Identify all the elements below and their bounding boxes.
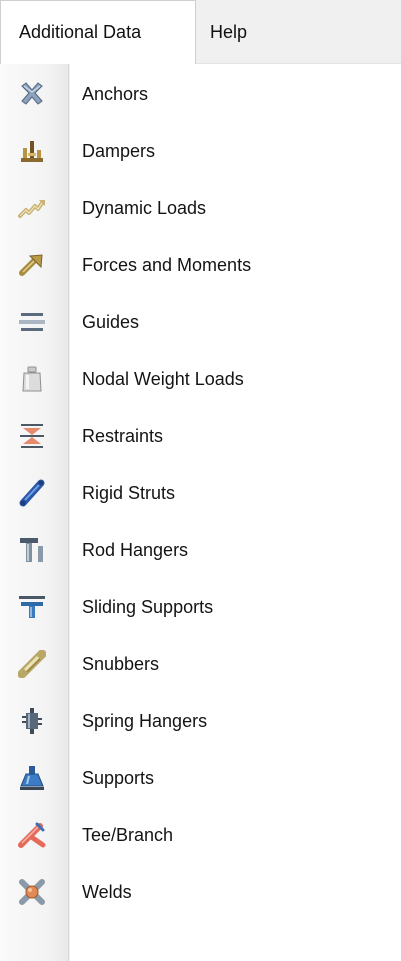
menu-item-supports[interactable]: Supports: [0, 750, 401, 806]
guide-icon: [18, 308, 46, 336]
menu-item-label: Anchors: [82, 83, 149, 104]
menu-item-label: Forces and Moments: [82, 254, 252, 275]
menu-item-label: Sliding Supports: [82, 596, 214, 617]
restraint-icon: [18, 422, 46, 450]
menu-item-tee-branch[interactable]: Tee/Branch: [0, 807, 401, 863]
tee-branch-icon: [18, 821, 46, 849]
menu-item-dynamic-loads[interactable]: Dynamic Loads: [0, 180, 401, 236]
menu-item-label: Welds: [82, 881, 132, 902]
weld-icon: [18, 878, 46, 906]
menu-item-guides[interactable]: Guides: [0, 294, 401, 350]
menu-item-nodal-weight-loads[interactable]: Nodal Weight Loads: [0, 351, 401, 407]
menu-item-label: Supports: [82, 767, 155, 788]
support-icon: [18, 764, 46, 792]
menu-item-spring-hangers[interactable]: Spring Hangers: [0, 693, 401, 749]
menu-item-label: Dampers: [82, 140, 156, 161]
menu-item-welds[interactable]: Welds: [0, 864, 401, 920]
snubber-icon: [18, 650, 46, 678]
menu-item-label: Restraints: [82, 425, 164, 446]
weight-icon: [18, 365, 46, 393]
damper-icon: [18, 137, 46, 165]
menu-item-anchors[interactable]: Anchors: [0, 66, 401, 122]
menu-item-snubbers[interactable]: Snubbers: [0, 636, 401, 692]
rigid-strut-icon: [18, 479, 46, 507]
menu-item-label: Snubbers: [82, 653, 160, 674]
menu-item-label: Dynamic Loads: [82, 197, 207, 218]
spring-hanger-icon: [18, 707, 46, 735]
rod-hanger-icon: [18, 536, 46, 564]
menu-item-sliding-supports[interactable]: Sliding Supports: [0, 579, 401, 635]
forces-moments-icon: [18, 251, 46, 279]
menu-item-forces-moments[interactable]: Forces and Moments: [0, 237, 401, 293]
menu-item-rigid-struts[interactable]: Rigid Struts: [0, 465, 401, 521]
anchor-icon: [18, 80, 46, 108]
dynamic-loads-icon: [18, 194, 46, 222]
menu-item-rod-hangers[interactable]: Rod Hangers: [0, 522, 401, 578]
menu-item-label: Nodal Weight Loads: [82, 368, 244, 389]
menu-item-dampers[interactable]: Dampers: [0, 123, 401, 179]
menu-help[interactable]: Help: [210, 0, 247, 64]
menu-bar: Additional Data Help: [0, 0, 401, 64]
menu-item-restraints[interactable]: Restraints: [0, 408, 401, 464]
menu-item-label: Rod Hangers: [82, 539, 189, 560]
menu-item-label: Tee/Branch: [82, 824, 174, 845]
menu-item-label: Guides: [82, 311, 140, 332]
sliding-support-icon: [18, 593, 46, 621]
menu-additional-data[interactable]: Additional Data: [0, 0, 196, 64]
menu-item-label: Spring Hangers: [82, 710, 208, 731]
additional-data-dropdown: Anchors Dampers Dynamic Loads Forces and…: [0, 64, 401, 961]
menu-item-label: Rigid Struts: [82, 482, 176, 503]
